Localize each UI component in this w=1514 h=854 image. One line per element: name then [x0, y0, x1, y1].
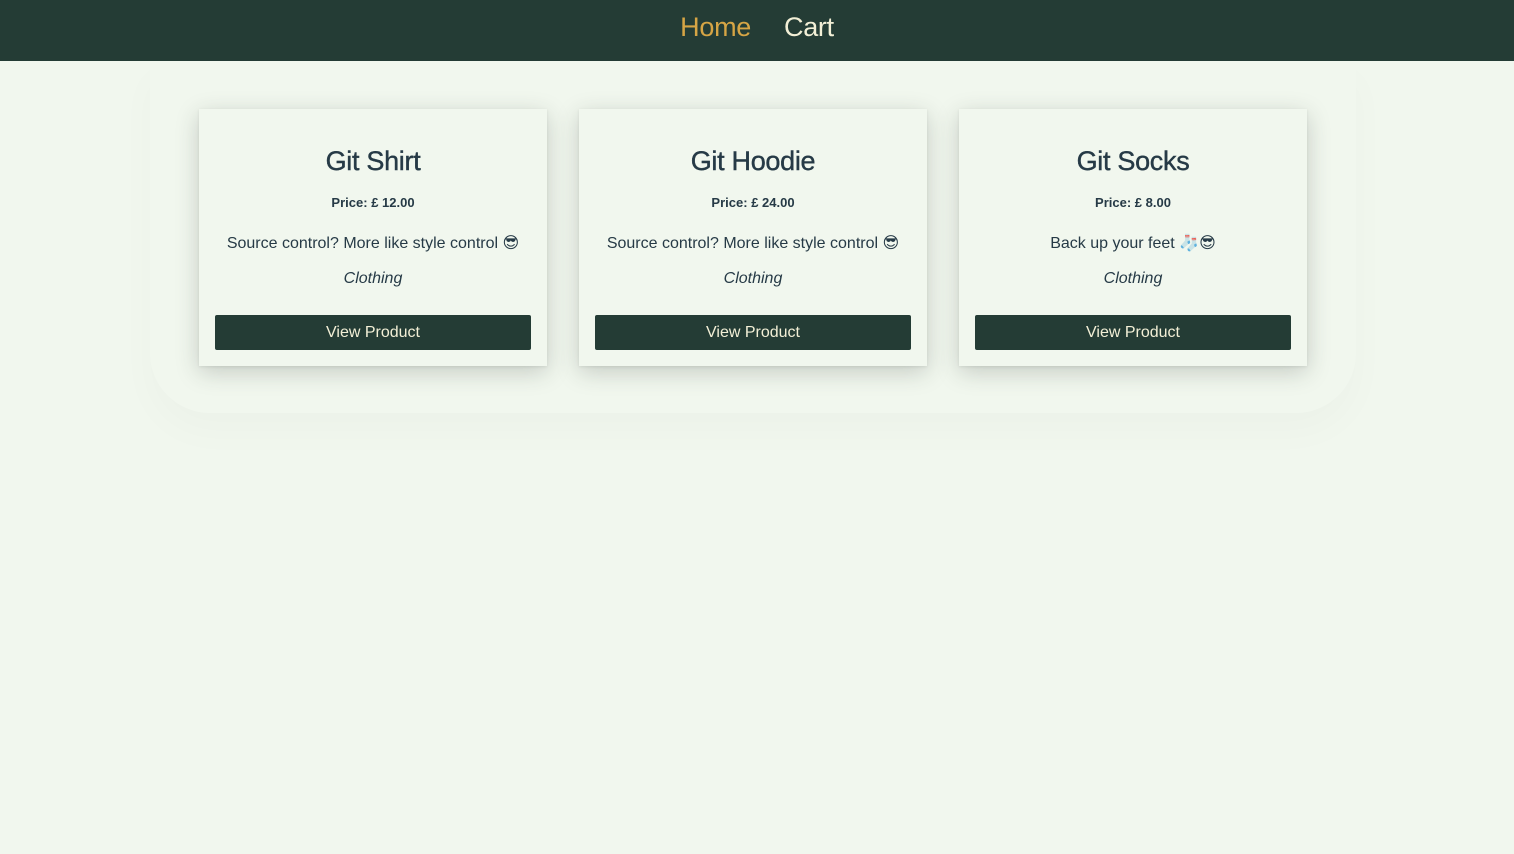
price-label: Price: — [711, 195, 748, 210]
product-price: Price: £ 24.00 — [595, 195, 911, 211]
product-description: Source control? More like style control … — [226, 235, 520, 252]
product-card: Git Shirt Price: £ 12.00 Source control?… — [199, 109, 547, 366]
product-category: Clothing — [723, 270, 783, 287]
price-value: £ 8.00 — [1134, 195, 1171, 210]
nav-cart-link[interactable]: Cart — [784, 12, 834, 49]
product-title: Git Shirt — [325, 146, 421, 176]
top-nav-bar: Home Cart — [0, 0, 1514, 61]
product-card: Git Socks Price: £ 8.00 Back up your fee… — [959, 109, 1307, 366]
view-product-button[interactable]: View Product — [595, 315, 911, 350]
price-value: £ 24.00 — [751, 195, 795, 210]
product-price: Price: £ 12.00 — [215, 195, 531, 211]
product-price: Price: £ 8.00 — [975, 195, 1291, 211]
product-description: Source control? More like style control … — [606, 235, 900, 252]
product-title: Git Socks — [1076, 146, 1190, 176]
product-title: Git Hoodie — [690, 146, 816, 176]
view-product-button[interactable]: View Product — [215, 315, 531, 350]
price-label: Price: — [1095, 195, 1132, 210]
product-card: Git Hoodie Price: £ 24.00 Source control… — [579, 109, 927, 366]
product-description: Back up your feet 🧦😎 — [1050, 235, 1216, 252]
product-category: Clothing — [1103, 270, 1163, 287]
view-product-button[interactable]: View Product — [975, 315, 1291, 350]
nav-home-link[interactable]: Home — [680, 12, 751, 49]
price-value: £ 12.00 — [371, 195, 415, 210]
product-category: Clothing — [343, 270, 403, 287]
price-label: Price: — [331, 195, 368, 210]
product-grid: Git Shirt Price: £ 12.00 Source control?… — [199, 109, 1307, 366]
